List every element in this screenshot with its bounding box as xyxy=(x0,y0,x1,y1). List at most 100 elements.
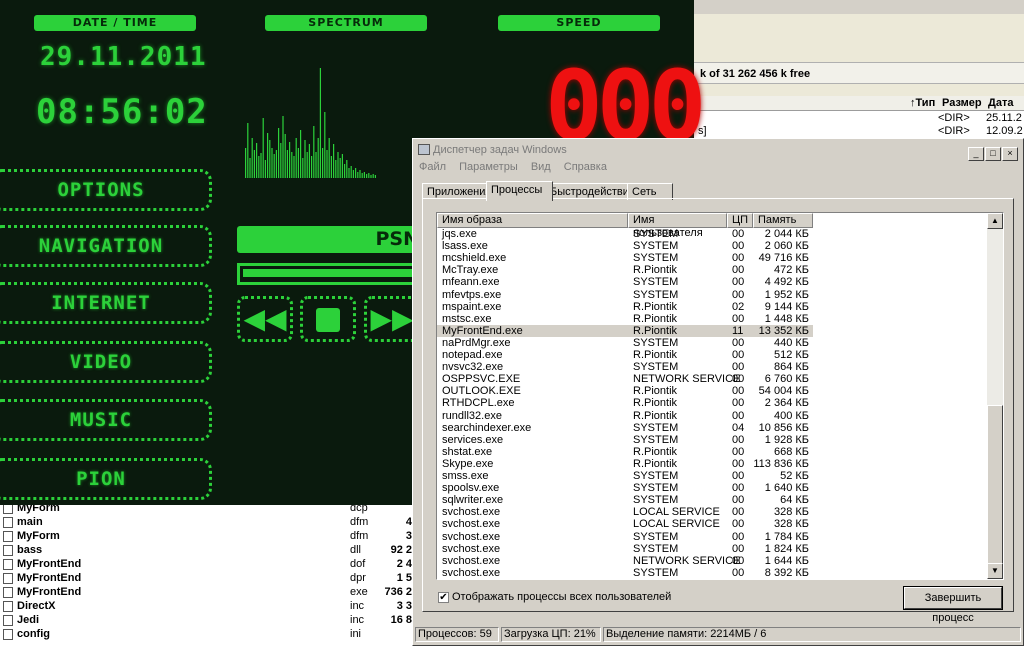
process-list[interactable]: Имя образа Имя пользователя ЦП Память jq… xyxy=(436,212,1004,580)
process-row[interactable]: mspaint.exe R.Piontik 02 9 144 КБ xyxy=(437,301,813,313)
process-user: SYSTEM xyxy=(633,336,679,349)
menu-help[interactable]: Справка xyxy=(564,161,607,173)
process-mem: 6 760 КБ xyxy=(764,373,809,386)
process-mem: 1 952 КБ xyxy=(764,288,809,301)
process-row[interactable]: svchost.exe SYSTEM 00 8 392 КБ xyxy=(437,567,813,579)
spectrum-bar xyxy=(322,148,324,178)
process-row[interactable]: McTray.exe R.Piontik 00 472 КБ xyxy=(437,264,813,276)
menu-music-button[interactable]: MUSIC xyxy=(0,399,212,441)
spectrum-bar xyxy=(289,142,291,178)
minimize-button[interactable]: _ xyxy=(968,147,984,161)
column-cpu[interactable]: ЦП xyxy=(727,213,753,228)
process-row[interactable]: sqlwriter.exe SYSTEM 00 64 КБ xyxy=(437,494,813,506)
tab-processes[interactable]: Процессы xyxy=(486,181,553,201)
menu-pion-button[interactable]: PION xyxy=(0,458,212,500)
process-user: SYSTEM xyxy=(633,240,679,253)
process-row[interactable]: smss.exe SYSTEM 00 52 КБ xyxy=(437,470,813,482)
file-row[interactable]: DirectX inc 3 3 xyxy=(0,599,414,613)
process-row[interactable]: svchost.exe LOCAL SERVICE 00 328 КБ xyxy=(437,518,813,530)
close-button[interactable]: × xyxy=(1002,147,1018,161)
file-icon xyxy=(3,629,13,640)
scroll-down-button[interactable]: ▼ xyxy=(987,563,1003,579)
maximize-button[interactable]: □ xyxy=(985,147,1001,161)
process-row[interactable]: RTHDCPL.exe R.Piontik 00 2 364 КБ xyxy=(437,397,813,409)
process-row[interactable]: mcshield.exe SYSTEM 00 49 716 КБ xyxy=(437,252,813,264)
process-row[interactable]: svchost.exe SYSTEM 00 1 784 КБ xyxy=(437,531,813,543)
process-row[interactable]: lsass.exe SYSTEM 00 2 060 КБ xyxy=(437,240,813,252)
menu-view[interactable]: Вид xyxy=(531,161,551,173)
process-row[interactable]: rundll32.exe R.Piontik 00 400 КБ xyxy=(437,410,813,422)
file-row[interactable]: main dfm 4 xyxy=(0,515,414,529)
process-mem: 49 716 КБ xyxy=(758,252,809,265)
process-row[interactable]: mfeann.exe SYSTEM 00 4 492 КБ xyxy=(437,276,813,288)
stop-button[interactable] xyxy=(300,296,356,342)
progress-bar[interactable] xyxy=(237,263,427,285)
file-row[interactable]: Jedi inc 16 8 xyxy=(0,613,414,627)
column-memory[interactable]: Память xyxy=(753,213,813,228)
menu-options[interactable]: Параметры xyxy=(459,161,518,173)
menu-navigation-button[interactable]: NAVIGATION xyxy=(0,225,212,267)
show-all-processes[interactable]: ✔ Отображать процессы всех пользователей xyxy=(438,591,671,603)
rewind-button[interactable]: ◀◀ xyxy=(237,296,293,342)
process-row[interactable]: services.exe SYSTEM 00 1 928 КБ xyxy=(437,434,813,446)
spectrum-bar xyxy=(295,138,297,178)
size-column-header[interactable]: Размер xyxy=(942,96,982,110)
process-row[interactable]: nvsvc32.exe SYSTEM 00 864 КБ xyxy=(437,361,813,373)
process-row[interactable]: OSPPSVC.EXE NETWORK SERVICE 00 6 760 КБ xyxy=(437,373,813,385)
process-cpu: 00 xyxy=(732,397,745,410)
file-list[interactable]: MyForm dcp main dfm 4 MyForm dfm 3 bass dll 92 2 My… xyxy=(0,502,414,646)
menu-internet-button[interactable]: INTERNET xyxy=(0,282,212,324)
spectrum-bar xyxy=(317,138,319,178)
process-row[interactable]: mfevtps.exe SYSTEM 00 1 952 КБ xyxy=(437,289,813,301)
process-row[interactable]: Skype.exe R.Piontik 00 113 836 КБ xyxy=(437,458,813,470)
scroll-up-button[interactable]: ▲ xyxy=(987,213,1003,229)
file-list-header[interactable]: ↑Тип Размер Дата xyxy=(694,96,1024,111)
end-process-button[interactable]: Завершить процесс xyxy=(903,586,1003,624)
show-all-checkbox[interactable]: ✔ xyxy=(438,591,449,603)
process-row[interactable]: mstsc.exe R.Piontik 00 1 448 КБ xyxy=(437,313,813,325)
column-user-name[interactable]: Имя пользователя xyxy=(628,213,727,239)
spectrum-bar xyxy=(308,144,310,178)
process-row[interactable]: searchindexer.exe SYSTEM 04 10 856 КБ xyxy=(437,422,813,434)
process-row[interactable]: notepad.exe R.Piontik 00 512 КБ xyxy=(437,349,813,361)
free-space-label: k of 31 262 456 k free xyxy=(694,62,1024,84)
file-row[interactable]: bass dll 92 2 xyxy=(0,543,414,557)
spectrum-bar xyxy=(302,158,304,178)
menu-options-button[interactable]: OPTIONS xyxy=(0,169,212,211)
file-row[interactable]: MyForm dfm 3 xyxy=(0,529,414,543)
process-row[interactable]: OUTLOOK.EXE R.Piontik 00 54 004 КБ xyxy=(437,385,813,397)
file-row[interactable]: config ini xyxy=(0,627,414,641)
process-row[interactable]: naPrdMgr.exe SYSTEM 00 440 КБ xyxy=(437,337,813,349)
process-row[interactable]: svchost.exe NETWORK SERVICE 00 1 644 КБ xyxy=(437,555,813,567)
process-mem: 1 640 КБ xyxy=(764,482,809,495)
menu-video-button[interactable]: VIDEO xyxy=(0,341,212,383)
file-row[interactable]: s] <DIR> 12.09.2 xyxy=(694,125,1024,138)
process-row[interactable]: jqs.exe SYSTEM 00 2 044 КБ xyxy=(437,228,813,240)
process-cpu: 00 xyxy=(732,530,745,543)
process-name: svchost.exe xyxy=(442,518,501,531)
file-row[interactable]: <DIR> 25.11.2 xyxy=(694,112,1024,125)
spectrum-bar xyxy=(335,160,337,178)
process-list-scrollbar[interactable]: ▲ ▼ xyxy=(987,213,1003,579)
process-row[interactable]: MyFrontEnd.exe R.Piontik 11 13 352 КБ xyxy=(437,324,813,337)
process-cpu: 00 xyxy=(732,240,745,253)
file-row[interactable]: MyFrontEnd dof 2 4 xyxy=(0,557,414,571)
date-column-header[interactable]: Дата xyxy=(988,96,1013,110)
process-row[interactable]: spoolsv.exe SYSTEM 00 1 640 КБ xyxy=(437,482,813,494)
file-row[interactable]: MyFrontEnd exe 736 2 xyxy=(0,585,414,599)
spectrum-bar xyxy=(333,144,335,178)
process-cpu: 00 xyxy=(732,482,745,495)
scroll-thumb[interactable] xyxy=(987,405,1003,567)
process-row[interactable]: shstat.exe R.Piontik 00 668 КБ xyxy=(437,446,813,458)
sort-column-header[interactable]: ↑Тип xyxy=(910,96,935,110)
file-name: Jedi xyxy=(17,614,40,626)
task-manager-titlebar[interactable]: Диспетчер задач Windows _ □ × xyxy=(415,141,1021,161)
process-row[interactable]: svchost.exe LOCAL SERVICE 00 328 КБ xyxy=(437,506,813,518)
status-bar: Процессов: 59 Загрузка ЦП: 21% Выделение… xyxy=(415,627,1021,643)
process-row[interactable]: svchost.exe SYSTEM 00 1 824 КБ xyxy=(437,543,813,555)
column-image-name[interactable]: Имя образа xyxy=(437,213,628,228)
file-ext: dfm xyxy=(350,516,369,528)
file-ext: inc xyxy=(350,600,365,612)
file-row[interactable]: MyFrontEnd dpr 1 5 xyxy=(0,571,414,585)
menu-file[interactable]: Файл xyxy=(419,161,446,173)
